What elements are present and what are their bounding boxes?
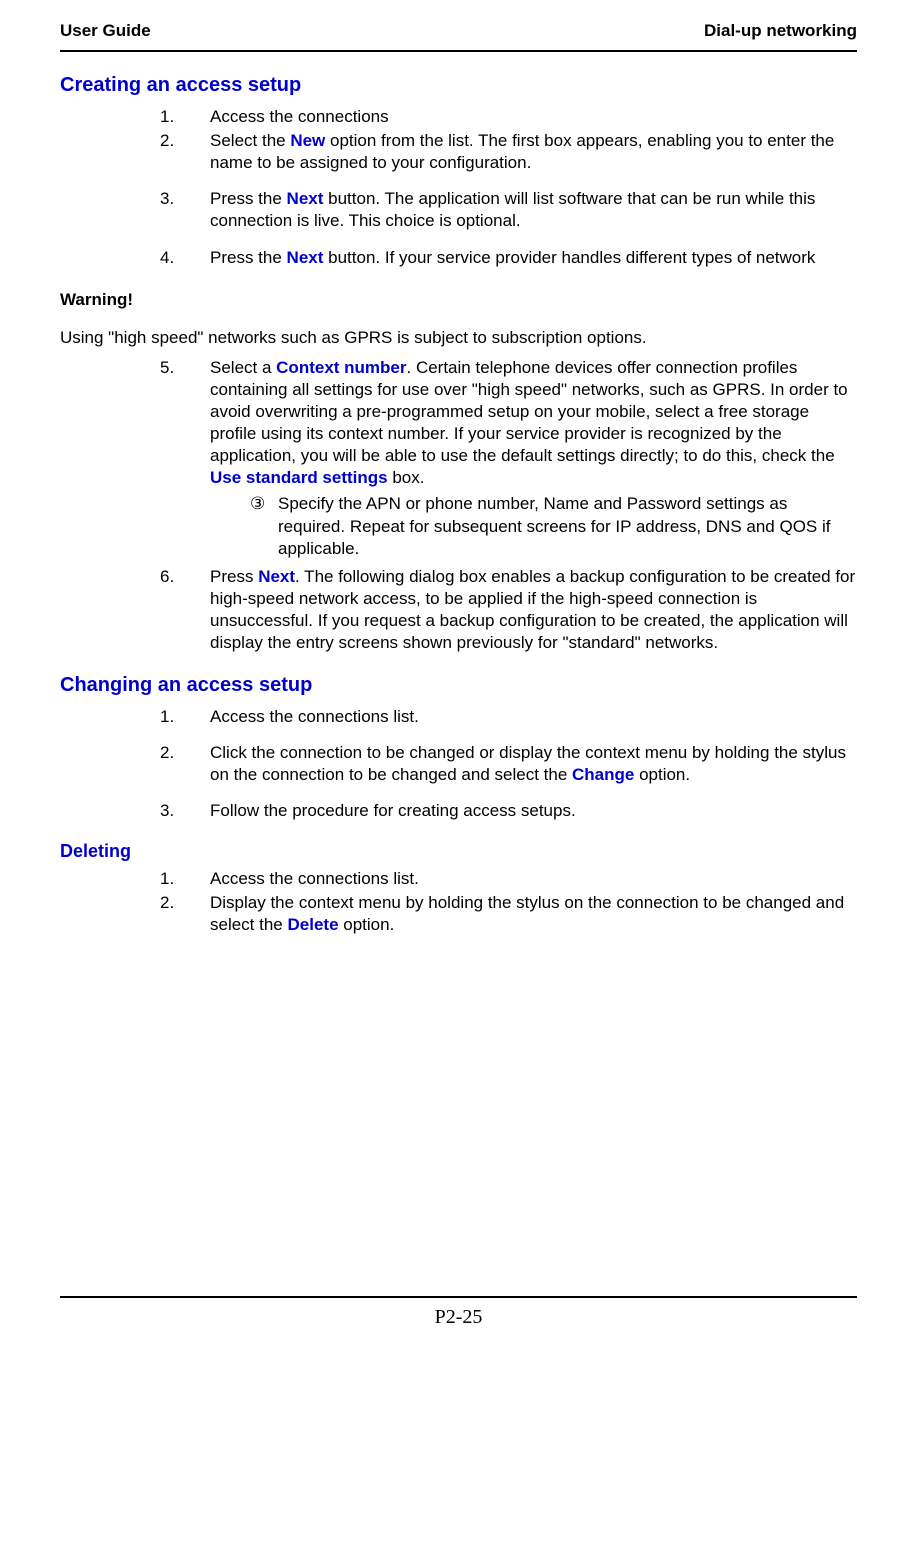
list-number: 3. (160, 800, 210, 822)
heading-creating: Creating an access setup (60, 72, 857, 98)
list-item: 6. Press Next. The following dialog box … (160, 566, 857, 654)
list-number: 4. (160, 247, 210, 269)
list-text: Access the connections list. (210, 706, 857, 728)
list-text: Display the context menu by holding the … (210, 892, 857, 936)
keyword-use-standard: Use standard settings (210, 468, 388, 487)
keyword-change: Change (572, 765, 634, 784)
list-number: 1. (160, 706, 210, 728)
warning-text: Using "high speed" networks such as GPRS… (60, 327, 857, 349)
text-frag: Click the connection to be changed or di… (210, 743, 846, 784)
list-number: 2. (160, 892, 210, 936)
list-item: 1. Access the connections list. (160, 868, 857, 890)
list-item: 3. Press the Next button. The applicatio… (160, 188, 857, 232)
list-item: 3. Follow the procedure for creating acc… (160, 800, 857, 822)
list-text: Select a Context number. Certain telepho… (210, 357, 857, 564)
keyword-context-number: Context number (276, 358, 406, 377)
list-item: 2. Select the New option from the list. … (160, 130, 857, 174)
changing-list: 1. Access the connections list. 2. Click… (160, 706, 857, 822)
sub-bullet: ③ Specify the APN or phone number, Name … (250, 493, 857, 559)
list-text: Press the Next button. The application w… (210, 188, 857, 232)
creating-list-continued: 5. Select a Context number. Certain tele… (160, 357, 857, 654)
list-number: 5. (160, 357, 210, 564)
text-frag: option. (634, 765, 690, 784)
text-frag: Press the (210, 189, 287, 208)
warning-heading: Warning! (60, 289, 857, 311)
text-frag: Press the (210, 248, 287, 267)
list-number: 6. (160, 566, 210, 654)
list-text: Press Next. The following dialog box ena… (210, 566, 857, 654)
list-item: 5. Select a Context number. Certain tele… (160, 357, 857, 564)
list-number: 3. (160, 188, 210, 232)
page-header: User Guide Dial-up networking (60, 20, 857, 52)
list-text: Select the New option from the list. The… (210, 130, 857, 174)
list-item: 1. Access the connections (160, 106, 857, 128)
text-frag: Select the (210, 131, 290, 150)
list-item: 1. Access the connections list. (160, 706, 857, 728)
heading-deleting: Deleting (60, 840, 857, 863)
header-right: Dial-up networking (704, 20, 857, 42)
keyword-next: Next (287, 189, 324, 208)
list-text: Access the connections list. (210, 868, 857, 890)
list-number: 2. (160, 130, 210, 174)
deleting-list: 1. Access the connections list. 2. Displ… (160, 868, 857, 936)
list-number: 1. (160, 106, 210, 128)
page-footer: P2-25 (60, 1296, 857, 1330)
text-frag: button. If your service provider handles… (323, 248, 815, 267)
sub-bullet-text: Specify the APN or phone number, Name an… (278, 493, 857, 559)
text-frag: option. (339, 915, 395, 934)
keyword-next: Next (287, 248, 324, 267)
page-number: P2-25 (435, 1306, 483, 1328)
text-frag: Press (210, 567, 258, 586)
list-item: 2. Click the connection to be changed or… (160, 742, 857, 786)
heading-changing: Changing an access setup (60, 672, 857, 698)
list-number: 2. (160, 742, 210, 786)
list-text: Access the connections (210, 106, 857, 128)
header-left: User Guide (60, 20, 151, 42)
list-text: Press the Next button. If your service p… (210, 247, 857, 269)
keyword-new: New (290, 131, 325, 150)
list-number: 1. (160, 868, 210, 890)
text-frag: box. (388, 468, 425, 487)
creating-list: 1. Access the connections 2. Select the … (160, 106, 857, 269)
list-text: Follow the procedure for creating access… (210, 800, 857, 822)
keyword-next: Next (258, 567, 295, 586)
list-item: 2. Display the context menu by holding t… (160, 892, 857, 936)
list-text: Click the connection to be changed or di… (210, 742, 857, 786)
keyword-delete: Delete (288, 915, 339, 934)
text-frag: Select a (210, 358, 276, 377)
list-item: 4. Press the Next button. If your servic… (160, 247, 857, 269)
text-frag: . The following dialog box enables a bac… (210, 567, 855, 652)
circled-three-icon: ③ (250, 493, 278, 559)
